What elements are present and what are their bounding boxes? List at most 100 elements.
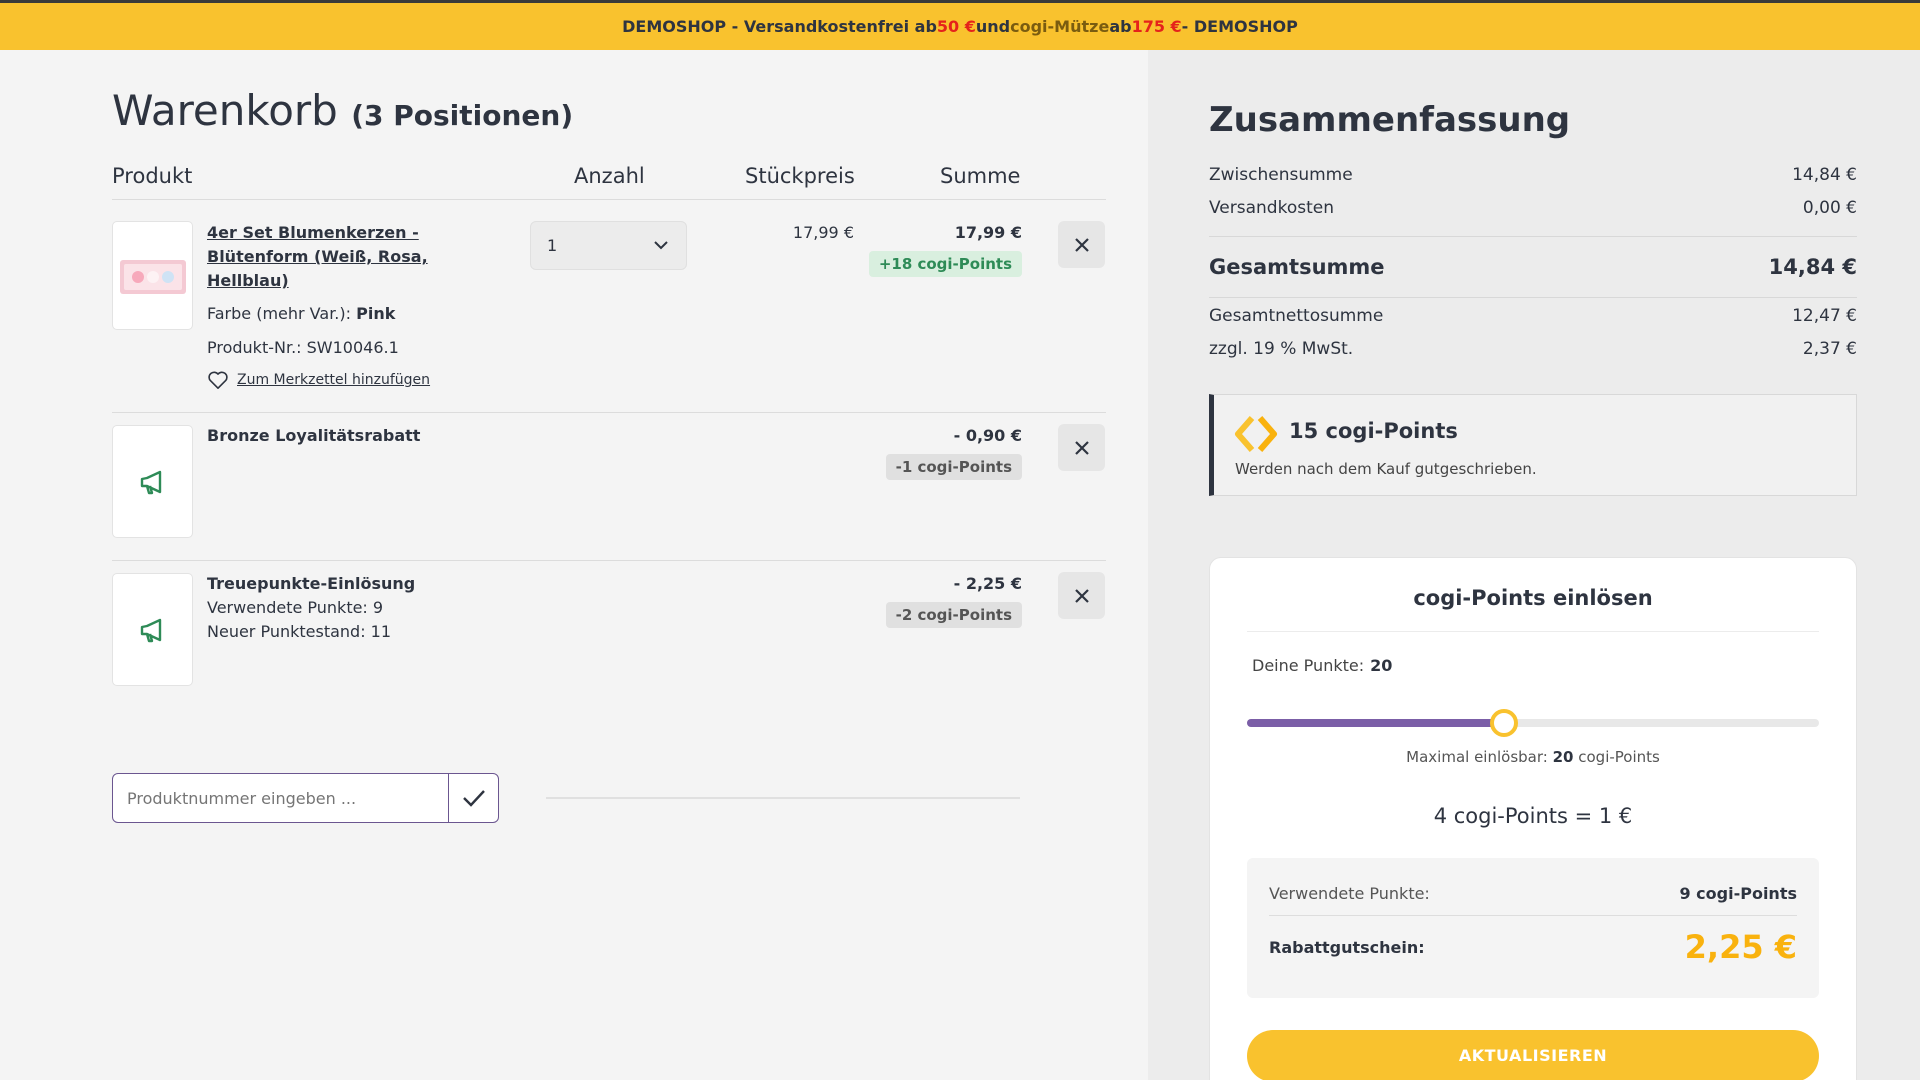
- points-earned-box: 15 cogi-Points Werden nach dem Kauf gutg…: [1209, 394, 1857, 496]
- product-thumbnail[interactable]: [112, 221, 193, 330]
- redemption-sum: - 2,25 €: [953, 574, 1022, 593]
- subtotal-value: 14,84 €: [1792, 165, 1857, 185]
- update-button[interactable]: AKTUALISIEREN: [1247, 1030, 1819, 1080]
- max-value: 20: [1552, 748, 1574, 766]
- close-icon: [1074, 588, 1089, 603]
- remove-discount-button[interactable]: [1058, 424, 1105, 471]
- heart-icon: [208, 371, 228, 389]
- cart-title-text: Warenkorb: [112, 86, 338, 135]
- subtotal-row: Zwischensumme 14,84 €: [1209, 165, 1857, 185]
- chevron-down-icon: [654, 241, 668, 250]
- product-number-input[interactable]: [112, 773, 449, 823]
- megaphone-icon: [140, 618, 161, 642]
- voucher-label: Rabattgutschein:: [1269, 937, 1425, 957]
- my-points-value: 20: [1370, 656, 1393, 675]
- quantity-select[interactable]: 1: [530, 221, 687, 270]
- shipping-row: Versandkosten 0,00 €: [1209, 198, 1857, 218]
- wishlist-label: Zum Merkzettel hinzufügen: [237, 372, 431, 388]
- net-row: Gesamtnettosumme 12,47 €: [1209, 306, 1857, 326]
- exchange-rate: 4 cogi-Points = 1 €: [1433, 804, 1633, 828]
- promo-text-3: ab: [1109, 17, 1132, 36]
- redemption-new-balance: Neuer Punktestand: 11: [207, 622, 392, 641]
- megaphone-icon: [140, 470, 161, 494]
- points-badge: -1 cogi-Points: [885, 454, 1022, 480]
- item-sum: 17,99 €: [954, 223, 1022, 242]
- redeem-divider: [1247, 631, 1819, 632]
- total-value: 14,84 €: [1768, 255, 1857, 279]
- header-divider: [112, 199, 1106, 200]
- remove-item-button[interactable]: [1058, 221, 1105, 268]
- add-to-wishlist-link[interactable]: Zum Merkzettel hinzufügen: [207, 370, 430, 390]
- product-variant: Farbe (mehr Var.): Pink: [207, 304, 395, 323]
- variant-value: Pink: [356, 304, 396, 323]
- cart-item-count: (3 Positionen): [351, 99, 574, 132]
- cogi-logo-icon: [1235, 416, 1277, 452]
- quantity-value: 1: [547, 236, 558, 255]
- vat-label: zzgl. 19 % MwSt.: [1209, 339, 1354, 359]
- checkmark-icon: [462, 790, 485, 807]
- vat-row: zzgl. 19 % MwSt. 2,37 €: [1209, 339, 1857, 359]
- promo-brand: cogi-Mütze: [1010, 17, 1110, 36]
- unit-price: 17,99 €: [792, 223, 854, 242]
- promo-text-1: DEMOSHOP - Versandkostenfrei ab: [622, 17, 937, 36]
- my-points-label: Deine Punkte:: [1252, 656, 1365, 675]
- variant-label: Farbe (mehr Var.):: [207, 304, 357, 323]
- voucher-row: Rabattgutschein: 2,25 €: [1269, 928, 1797, 966]
- col-header-sum: Summe: [940, 164, 1021, 188]
- used-points-label: Verwendete Punkte:: [1269, 884, 1430, 903]
- points-earned-subtitle: Werden nach dem Kauf gutgeschrieben.: [1235, 460, 1537, 478]
- my-points: Deine Punkte: 20: [1252, 656, 1392, 675]
- redeem-points-card: cogi-Points einlösen Deine Punkte: 20 Max…: [1209, 557, 1857, 1080]
- max-unit: cogi-Points: [1578, 748, 1660, 766]
- used-points-row: Verwendete Punkte: 9 cogi-Points: [1269, 884, 1797, 903]
- voucher-value: 2,25 €: [1684, 928, 1797, 966]
- close-icon: [1074, 237, 1089, 252]
- slider-handle[interactable]: [1490, 709, 1519, 737]
- divider: [546, 797, 1020, 799]
- discount-sum: - 0,90 €: [953, 426, 1022, 445]
- summary-title: Zusammenfassung: [1209, 100, 1571, 140]
- discount-title: Bronze Loyalitätsrabatt: [207, 426, 421, 445]
- row-divider: [112, 412, 1106, 413]
- col-header-qty: Anzahl: [574, 164, 645, 188]
- points-earned-title: 15 cogi-Points: [1289, 419, 1458, 443]
- promo-text-2: und: [975, 17, 1011, 36]
- promo-amount-1: 50 €: [936, 17, 976, 36]
- col-header-product: Produkt: [112, 164, 193, 188]
- points-badge: -2 cogi-Points: [885, 602, 1022, 628]
- remove-redemption-button[interactable]: [1058, 572, 1105, 619]
- promo-amount-2: 175 €: [1131, 17, 1182, 36]
- add-product-button[interactable]: [448, 773, 499, 823]
- cart-panel: [0, 50, 1148, 1080]
- redemption-thumbnail: [112, 573, 193, 686]
- summary-divider: [1209, 236, 1857, 237]
- candle-image-icon: [119, 259, 186, 294]
- promo-text-4: - DEMOSHOP: [1181, 17, 1298, 36]
- redemption-used-points: Verwendete Punkte: 9: [207, 598, 384, 617]
- points-slider[interactable]: [1247, 709, 1819, 737]
- redeem-calculation: Verwendete Punkte: 9 cogi-Points Rabattg…: [1247, 858, 1819, 998]
- page-title: Warenkorb (3 Positionen): [112, 86, 573, 135]
- total-row: Gesamtsumme 14,84 €: [1209, 255, 1857, 279]
- discount-thumbnail: [112, 425, 193, 538]
- max-redeemable: Maximal einlösbar: 20 cogi-Points: [1210, 748, 1856, 766]
- redeem-title: cogi-Points einlösen: [1413, 586, 1653, 610]
- shipping-value: 0,00 €: [1802, 198, 1857, 218]
- subtotal-label: Zwischensumme: [1209, 165, 1353, 185]
- promo-bar: DEMOSHOP - Versandkostenfrei ab 50 € und…: [0, 0, 1920, 50]
- used-points-value: 9 cogi-Points: [1679, 884, 1797, 903]
- net-label: Gesamtnettosumme: [1209, 306, 1384, 326]
- close-icon: [1074, 440, 1089, 455]
- vat-value: 2,37 €: [1802, 339, 1857, 359]
- points-badge: +18 cogi-Points: [868, 251, 1022, 277]
- redemption-title: Treuepunkte-Einlösung: [207, 574, 416, 593]
- summary-divider: [1209, 297, 1857, 298]
- net-value: 12,47 €: [1792, 306, 1857, 326]
- total-label: Gesamtsumme: [1209, 255, 1385, 279]
- row-divider: [112, 560, 1106, 561]
- shipping-label: Versandkosten: [1209, 198, 1334, 218]
- col-header-unit-price: Stückpreis: [745, 164, 855, 188]
- slider-fill: [1247, 719, 1505, 727]
- product-title-link[interactable]: 4er Set Blumenkerzen - Blütenform (Weiß,…: [207, 221, 437, 293]
- calc-divider: [1269, 915, 1797, 916]
